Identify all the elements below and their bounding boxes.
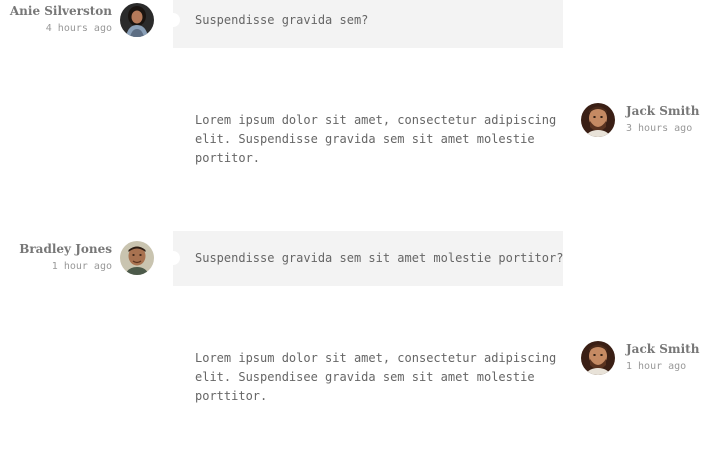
message-author[interactable]: Jack Smith	[626, 104, 699, 118]
chat-message: Bradley Jones 1 hour ago Suspendisse gra…	[0, 231, 709, 286]
bubble-pointer	[166, 251, 180, 265]
bearded-man-avatar-icon	[581, 103, 615, 137]
message-text: Suspendisse gravida sem sit amet molesti…	[195, 251, 564, 265]
message-author[interactable]: Bradley Jones	[19, 242, 112, 256]
message-text-line: elit. Suspendisse gravida sem sit amet m…	[195, 132, 535, 146]
message-text: Lorem ipsum dolor sit amet, consectetur …	[195, 349, 556, 406]
message-text-line: portitor.	[195, 151, 261, 165]
chat-message: Lorem ipsum dolor sit amet, consectetur …	[0, 100, 709, 180]
message-timestamp: 1 hour ago	[626, 361, 687, 372]
message-bubble: Lorem ipsum dolor sit amet, consectetur …	[173, 338, 563, 418]
bearded-man-avatar-icon	[581, 341, 615, 375]
message-author[interactable]: Jack Smith	[626, 342, 699, 356]
message-timestamp: 4 hours ago	[45, 23, 112, 34]
message-text-line: porttitor.	[195, 389, 268, 403]
avatar[interactable]	[581, 103, 615, 137]
message-bubble: Suspendisse gravida sem?	[166, 0, 563, 48]
message-bubble: Lorem ipsum dolor sit amet, consectetur …	[173, 100, 563, 180]
message-author[interactable]: Anie Silverston	[10, 4, 112, 18]
avatar[interactable]	[120, 241, 154, 275]
bubble-pointer	[166, 13, 180, 27]
avatar[interactable]	[581, 341, 615, 375]
message-text-line: Lorem ipsum dolor sit amet, consectetur …	[195, 113, 557, 127]
message-timestamp: 1 hour ago	[51, 261, 112, 272]
chat-message: Anie Silverston 4 hours ago Suspendisse …	[0, 0, 709, 48]
message-timestamp: 3 hours ago	[626, 123, 693, 134]
message-text: Suspendisse gravida sem?	[195, 13, 369, 27]
avatar[interactable]	[120, 3, 154, 37]
message-bubble: Suspendisse gravida sem sit amet molesti…	[166, 231, 564, 286]
chat-message: Lorem ipsum dolor sit amet, consectetur …	[0, 338, 709, 418]
man-portrait-avatar-icon	[120, 241, 154, 275]
message-text-line: Lorem ipsum dolor sit amet, consectetur …	[195, 351, 557, 365]
woman-portrait-avatar-icon	[120, 3, 154, 37]
message-text: Lorem ipsum dolor sit amet, consectetur …	[195, 111, 556, 168]
message-text-line: elit. Suspendisee gravida sem sit amet m…	[195, 370, 535, 384]
